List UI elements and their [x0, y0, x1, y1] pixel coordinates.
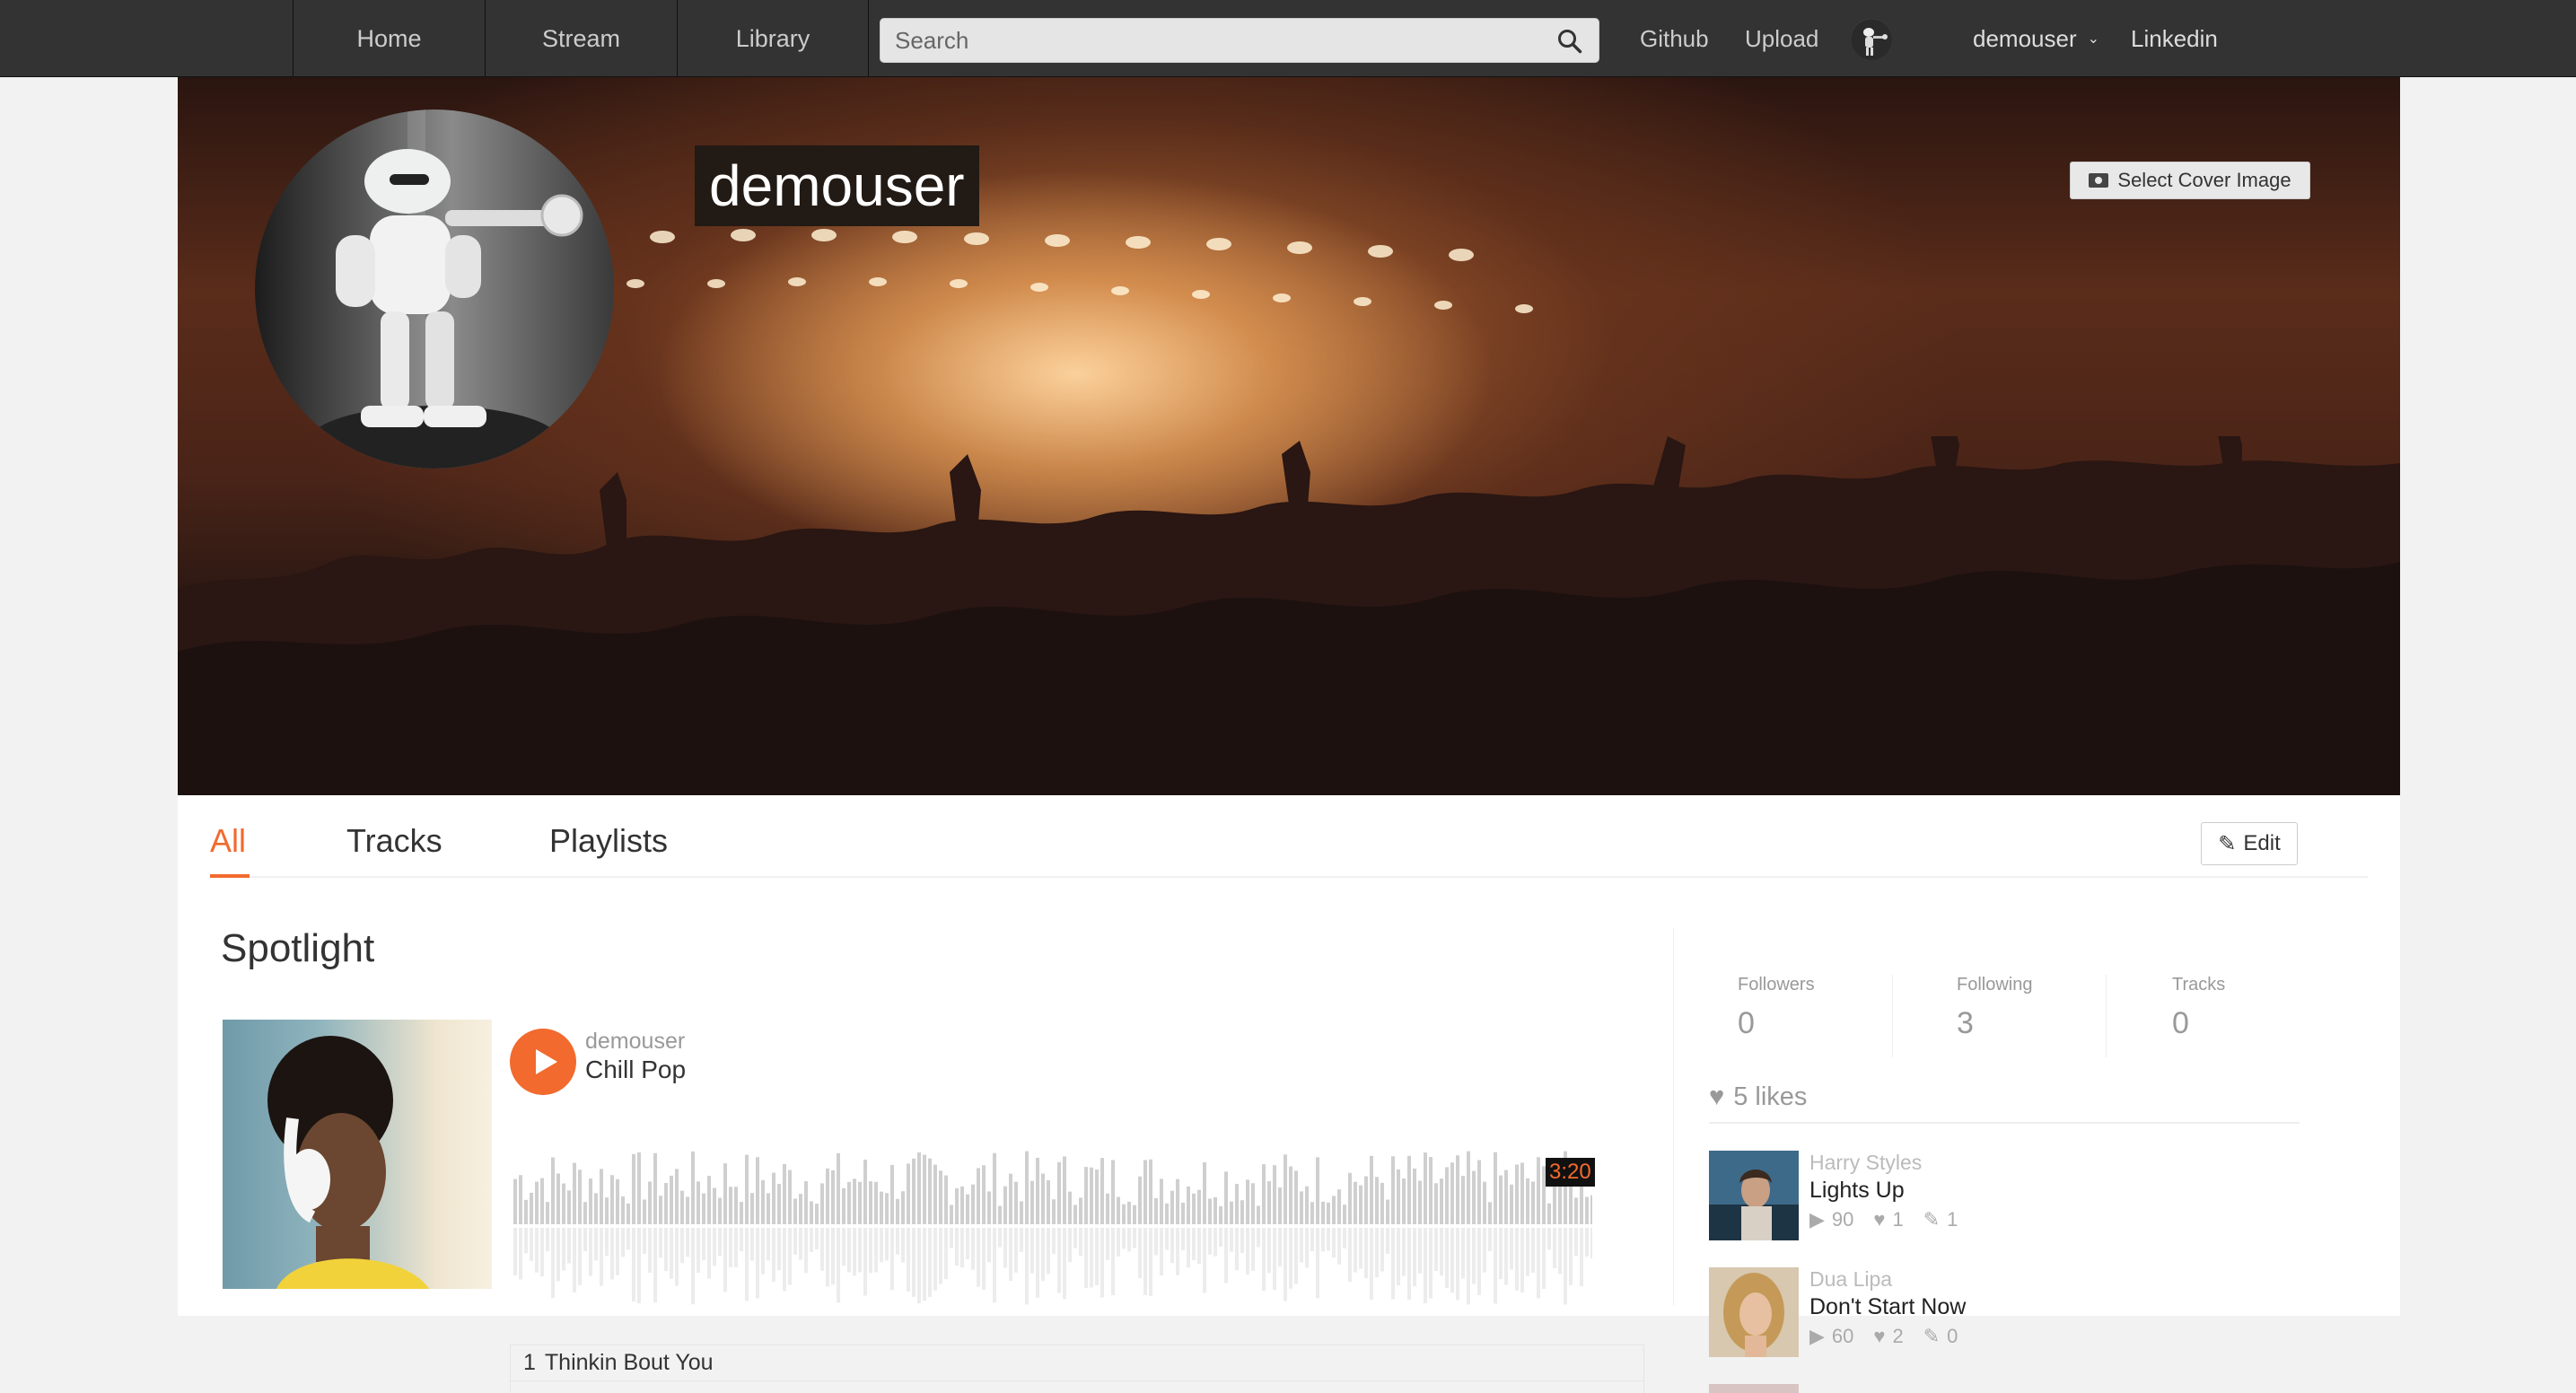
select-cover-label: Select Cover Image — [2117, 169, 2291, 191]
woman-headphones-image — [267, 1036, 429, 1289]
robot-trumpeter-icon — [309, 110, 583, 469]
track-duration: 3:20 — [1546, 1158, 1595, 1187]
user-avatar[interactable] — [1851, 19, 1892, 60]
nav-library[interactable]: Library — [677, 0, 869, 77]
profile-panel: demouser Select Cover Image All Tracks P… — [178, 77, 2400, 1393]
liked-track-item[interactable]: Dua Lipa Don't Start Now ▶ 60 ♥ 2 ✎ 0 — [1709, 1267, 2301, 1366]
tracks-count: 0 — [2172, 1006, 2189, 1040]
harry-styles-cover-image — [1709, 1151, 1799, 1240]
user-menu-dropdown[interactable]: demouser ⌄ — [1973, 0, 2099, 77]
repost-count: 1 — [1947, 1208, 1958, 1231]
chevron-down-icon: ⌄ — [2087, 31, 2100, 47]
liked-track-item-partial[interactable] — [1709, 1384, 1799, 1393]
liked-track-stats: ▶ 60 ♥ 2 ✎ 0 — [1809, 1325, 1958, 1348]
play-count-icon: ▶ — [1809, 1325, 1825, 1347]
edit-label: Edit — [2243, 831, 2281, 855]
tab-all[interactable]: All — [210, 822, 250, 878]
linkedin-link[interactable]: Linkedin — [2131, 0, 2218, 77]
tab-tracks[interactable]: Tracks — [346, 822, 442, 860]
column-divider — [1673, 928, 1674, 1305]
liked-track-artwork[interactable] — [1709, 1151, 1799, 1240]
play-count: 60 — [1831, 1325, 1854, 1347]
crowd-silhouette-graphic — [178, 436, 2400, 795]
nav-stream[interactable]: Stream — [485, 0, 677, 77]
tracklist: 1 Thinkin Bout You — [510, 1345, 1644, 1393]
track-title[interactable]: Chill Pop — [585, 1056, 686, 1084]
pencil-icon: ✎ — [2218, 831, 2237, 856]
liked-track-title[interactable]: Lights Up — [1809, 1178, 1905, 1204]
stage-lights-graphic — [569, 229, 1533, 313]
search-input[interactable] — [881, 19, 1599, 62]
robot-avatar-icon — [1851, 19, 1892, 60]
upload-link[interactable]: Upload — [1745, 0, 1818, 77]
github-link[interactable]: Github — [1640, 0, 1709, 77]
play-count-icon: ▶ — [1809, 1208, 1825, 1231]
following-stat[interactable]: Following 3 — [1957, 975, 2032, 1041]
followers-count: 0 — [1738, 1006, 1755, 1040]
search-icon[interactable] — [1557, 29, 1582, 54]
stat-divider — [1892, 975, 1893, 1057]
likes-count-label: 5 likes — [1733, 1082, 1808, 1111]
heart-icon: ♥ — [1873, 1208, 1886, 1231]
username-label: demouser — [1973, 24, 2077, 52]
liked-track-stats: ▶ 90 ♥ 1 ✎ 1 — [1809, 1208, 1958, 1231]
profile-tabs: All Tracks Playlists ✎ Edit — [210, 795, 2368, 878]
cover-image: demouser Select Cover Image — [178, 77, 2400, 795]
spotlight-heading: Spotlight — [221, 926, 375, 970]
repost-icon: ✎ — [1923, 1325, 1941, 1347]
top-navigation-bar: Home Stream Library Github Upload demous… — [0, 0, 2576, 77]
liked-track-title[interactable]: Don't Start Now — [1809, 1294, 1966, 1320]
liked-track-item[interactable]: Harry Styles Lights Up ▶ 90 ♥ 1 ✎ 1 — [1709, 1151, 2301, 1249]
profile-avatar[interactable] — [255, 110, 614, 469]
search-bar — [880, 18, 1599, 63]
heart-icon: ♥ — [1709, 1082, 1725, 1111]
likes-header[interactable]: ♥ 5 likes — [1709, 1082, 2300, 1124]
liked-track-artist[interactable]: Dua Lipa — [1809, 1267, 1892, 1292]
tracks-stat[interactable]: Tracks 0 — [2172, 975, 2225, 1041]
track-number: 1 — [523, 1350, 536, 1375]
followers-stat[interactable]: Followers 0 — [1738, 975, 1815, 1041]
heart-icon: ♥ — [1873, 1325, 1886, 1347]
camera-icon — [2089, 173, 2109, 188]
repost-count: 0 — [1947, 1325, 1958, 1347]
edit-button[interactable]: ✎ Edit — [2201, 822, 2298, 865]
dua-lipa-cover-image — [1709, 1267, 1799, 1357]
profile-name: demouser — [695, 145, 979, 226]
waveform[interactable] — [513, 1109, 1592, 1339]
track-artwork[interactable] — [223, 1020, 492, 1289]
tracklist-row[interactable]: 1 Thinkin Bout You — [511, 1345, 1643, 1381]
stat-divider — [2106, 975, 2107, 1057]
play-button[interactable] — [510, 1029, 576, 1095]
select-cover-image-button[interactable]: Select Cover Image — [2070, 162, 2310, 199]
following-label: Following — [1957, 975, 2033, 994]
track-uploader[interactable]: demouser — [585, 1029, 685, 1055]
following-count: 3 — [1957, 1006, 1974, 1040]
play-count: 90 — [1831, 1208, 1854, 1231]
like-count: 1 — [1892, 1208, 1904, 1231]
liked-track-artist[interactable]: Harry Styles — [1809, 1151, 1922, 1175]
tracklist-title: Thinkin Bout You — [544, 1350, 714, 1375]
tab-playlists[interactable]: Playlists — [549, 822, 668, 860]
repost-icon: ✎ — [1923, 1208, 1941, 1231]
like-count: 2 — [1892, 1325, 1904, 1347]
tracks-label: Tracks — [2172, 975, 2226, 994]
followers-label: Followers — [1738, 975, 1815, 994]
liked-track-artwork[interactable] — [1709, 1267, 1799, 1357]
nav-home[interactable]: Home — [293, 0, 485, 77]
